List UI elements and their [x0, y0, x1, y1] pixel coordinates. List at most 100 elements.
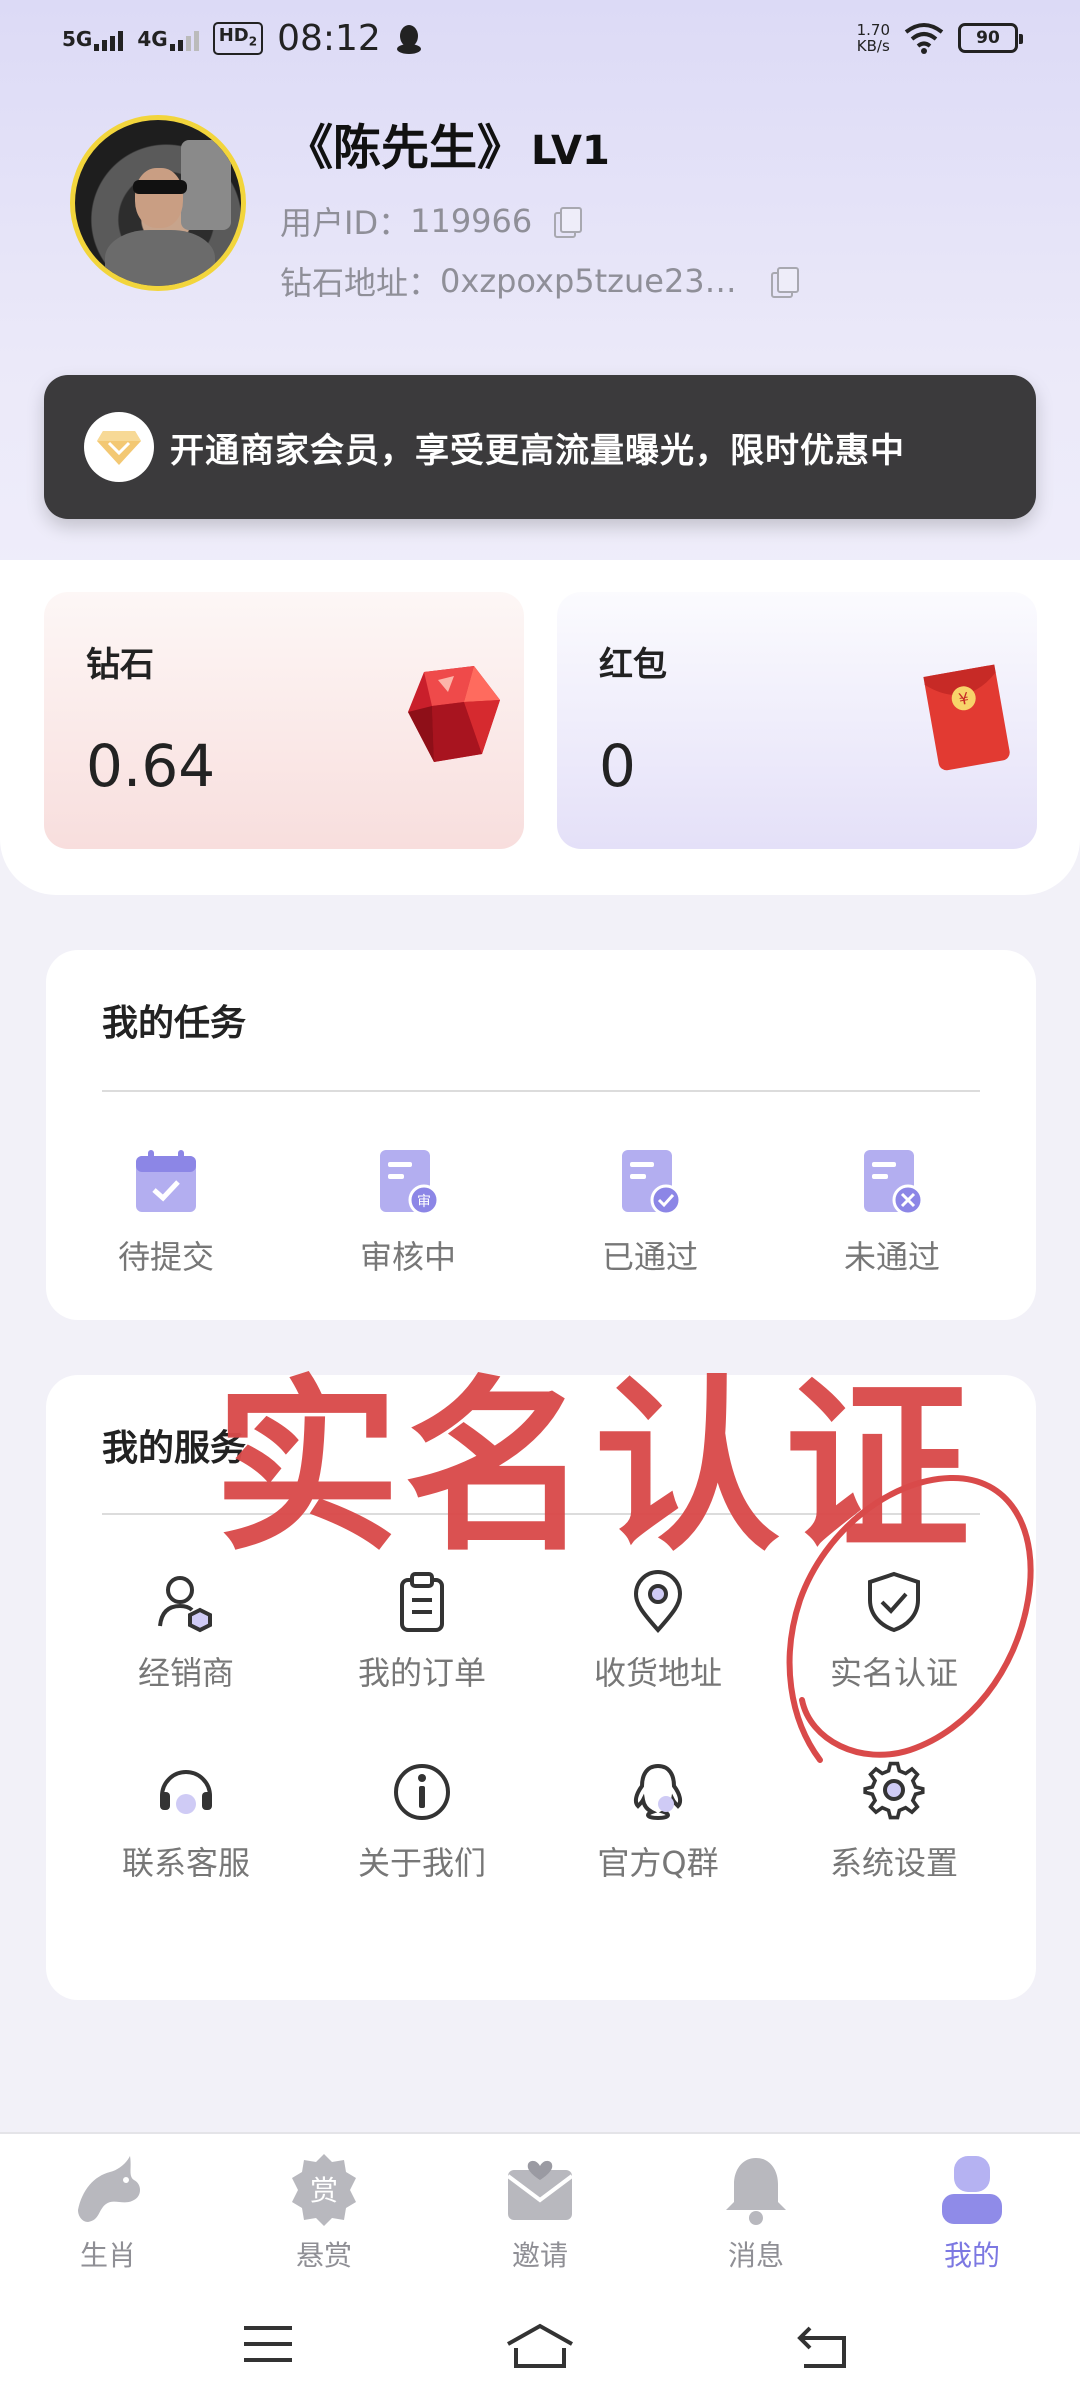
network-5g-label: 5G	[62, 26, 93, 51]
task-approved-label: 已通过	[601, 1238, 698, 1276]
status-left: 5G 4G HD2 08:12	[62, 18, 423, 59]
bell-icon	[726, 2158, 786, 2225]
red-envelope-icon: ¥	[923, 664, 1010, 771]
back-icon[interactable]	[796, 2322, 852, 2370]
service-qq-group[interactable]: 官方Q群	[538, 1760, 778, 1884]
service-about-us-label: 关于我们	[357, 1844, 486, 1882]
nav-mine-label: 我的	[943, 2239, 1000, 2272]
ruby-gem-icon	[408, 666, 500, 762]
clock: 08:12	[277, 18, 381, 59]
network-speed: 1.70 KB/s	[857, 22, 890, 54]
doc-rejected-icon	[864, 1150, 924, 1216]
address-label: 钻石地址：	[280, 264, 441, 302]
annotation-circle	[786, 1474, 1034, 1763]
avatar[interactable]	[70, 115, 246, 291]
diamond-address-row: 钻石地址： 0xzpoxp5tzue23…	[280, 258, 799, 304]
copy-address-icon[interactable]	[770, 267, 799, 298]
task-approved[interactable]: 已通过	[530, 1146, 770, 1278]
service-orders[interactable]: 我的订单	[302, 1570, 542, 1694]
user-level-badge: LV1	[531, 128, 610, 174]
status-bar: 5G 4G HD2 08:12 1.70 KB/s 90	[0, 0, 1080, 80]
signal-4g: 4G	[137, 26, 199, 51]
nav-zodiac[interactable]: 生肖	[0, 2134, 216, 2282]
headset-icon	[160, 1770, 212, 1814]
service-customer-support-label: 联系客服	[121, 1844, 250, 1882]
battery-level: 90	[976, 28, 1000, 48]
status-right: 1.70 KB/s 90	[857, 22, 1023, 54]
service-customer-support[interactable]: 联系客服	[66, 1760, 306, 1884]
task-pending-label: 待提交	[117, 1238, 214, 1276]
service-about-us[interactable]: 关于我们	[302, 1760, 542, 1884]
merchant-vip-banner[interactable]: 开通商家会员，享受更高流量曝光，限时优惠中	[44, 375, 1036, 519]
doc-approved-icon	[622, 1150, 682, 1216]
nav-messages-label: 消息	[727, 2239, 784, 2272]
service-qq-group-label: 官方Q群	[597, 1844, 719, 1882]
dragon-icon	[78, 2156, 140, 2222]
svg-text:赏: 赏	[310, 2174, 338, 2207]
nav-reward[interactable]: 赏 悬赏	[216, 2134, 432, 2282]
service-orders-label: 我的订单	[357, 1654, 486, 1692]
wifi-icon	[904, 23, 944, 54]
speed-value: 1.70	[856, 21, 890, 39]
my-tasks-card: 我的任务 待提交 审 审核中 已通过 未通过	[46, 950, 1036, 1320]
service-dealer[interactable]: 经销商	[66, 1570, 306, 1694]
service-address[interactable]: 收货地址	[538, 1570, 778, 1694]
nav-mine[interactable]: 我的	[864, 2134, 1080, 2282]
tasks-title: 我的任务	[102, 1003, 247, 1044]
profile-icon	[942, 2156, 1002, 2224]
vip-banner-text: 开通商家会员，享受更高流量曝光，限时优惠中	[170, 430, 905, 471]
nav-invite[interactable]: 邀请	[432, 2134, 648, 2282]
task-rejected[interactable]: 未通过	[772, 1146, 1012, 1278]
service-address-label: 收货地址	[593, 1654, 722, 1692]
task-rejected-label: 未通过	[843, 1238, 940, 1276]
reward-badge-icon: 赏	[292, 2154, 356, 2226]
hd-label: HD	[218, 24, 249, 46]
nav-reward-label: 悬赏	[295, 2239, 352, 2272]
task-reviewing-label: 审核中	[359, 1238, 456, 1276]
qq-notification-icon	[396, 24, 421, 54]
qq-penguin-icon	[633, 1763, 683, 1821]
dealer-icon	[158, 1576, 212, 1633]
signal-bars-icon	[169, 29, 199, 51]
home-icon[interactable]	[504, 2322, 576, 2370]
service-dealer-label: 经销商	[137, 1654, 234, 1692]
red-packet-card[interactable]: 红包 0 ¥	[557, 592, 1037, 849]
nav-zodiac-label: 生肖	[79, 2239, 136, 2272]
user-name: 《陈先生》 LV1	[285, 108, 610, 178]
hd-sub-label: 2	[248, 34, 258, 49]
nav-invite-label: 邀请	[511, 2239, 568, 2272]
signal-5g: 5G	[62, 26, 124, 51]
tasks-divider	[102, 1090, 980, 1092]
red-packet-label: 红包	[599, 645, 667, 685]
bottom-nav: 生肖 赏 悬赏 邀请 消息 我的	[0, 2132, 1080, 2282]
battery-icon: 90	[958, 23, 1023, 53]
service-settings-label: 系统设置	[829, 1844, 958, 1882]
network-4g-label: 4G	[137, 26, 168, 51]
copy-user-id-icon[interactable]	[554, 207, 583, 238]
system-nav-bar	[0, 2282, 1080, 2408]
task-reviewing[interactable]: 审 审核中	[288, 1146, 528, 1278]
diamond-label: 钻石	[86, 645, 154, 685]
user-id-value: 119966	[410, 202, 533, 240]
user-id-label: 用户ID：	[280, 204, 411, 242]
diamond-badge-icon	[84, 412, 154, 482]
task-pending[interactable]: 待提交	[46, 1146, 286, 1278]
user-id-row: 用户ID： 119966	[280, 198, 583, 244]
invite-envelope-icon	[506, 2160, 574, 2220]
signal-bars-icon	[94, 29, 124, 51]
user-name-text: 《陈先生》	[285, 120, 526, 176]
hd-voice-badge: HD2	[212, 21, 264, 56]
svg-text:审: 审	[417, 1194, 431, 1210]
diamond-value: 0.64	[86, 732, 216, 800]
location-pin-icon	[633, 1570, 683, 1634]
address-value: 0xzpoxp5tzue23…	[440, 262, 737, 300]
doc-review-icon: 审	[380, 1150, 440, 1216]
speed-unit: KB/s	[856, 37, 890, 55]
info-icon	[394, 1764, 450, 1820]
red-packet-value: 0	[599, 732, 636, 800]
clipboard-icon	[400, 1572, 444, 1632]
menu-icon[interactable]	[240, 2322, 296, 2366]
diamond-card[interactable]: 钻石 0.64	[44, 592, 524, 849]
calendar-check-icon	[136, 1150, 196, 1212]
nav-messages[interactable]: 消息	[648, 2134, 864, 2282]
